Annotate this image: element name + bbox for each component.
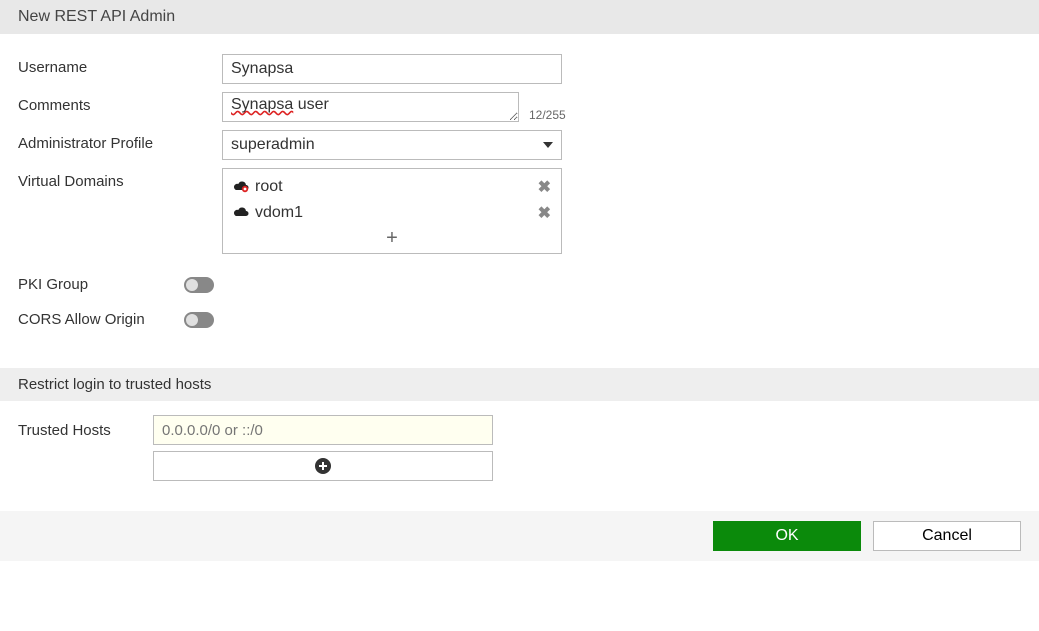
ok-button[interactable]: OK	[713, 521, 861, 551]
admin-profile-select[interactable]: superadmin	[222, 130, 562, 160]
vdom-remove-button[interactable]: ✖	[538, 177, 551, 197]
comments-row: Comments Synapsa user 12/255	[18, 92, 1021, 122]
comments-input[interactable]: Synapsa user	[222, 92, 519, 122]
admin-profile-value: superadmin	[231, 136, 315, 154]
comments-label: Comments	[18, 92, 222, 114]
trusted-hosts-input[interactable]	[153, 415, 493, 445]
pki-row: PKI Group	[18, 276, 1021, 293]
trusted-add-button[interactable]	[153, 451, 493, 481]
vdom-label: Virtual Domains	[18, 168, 222, 190]
main-form: Username Comments Synapsa user 12/255 Ad…	[0, 34, 1039, 368]
restrict-section-title: Restrict login to trusted hosts	[18, 376, 211, 393]
username-label: Username	[18, 54, 222, 76]
footer: OK Cancel	[0, 511, 1039, 561]
vdom-add-button[interactable]: +	[223, 226, 561, 253]
vdom-item-label: vdom1	[255, 204, 538, 222]
page-title: New REST API Admin	[18, 8, 175, 25]
pki-toggle[interactable]	[184, 277, 214, 293]
vdom-item-label: root	[255, 178, 538, 196]
cors-toggle[interactable]	[184, 312, 214, 328]
vdom-remove-button[interactable]: ✖	[538, 203, 551, 223]
cancel-button[interactable]: Cancel	[873, 521, 1021, 551]
restrict-section-header: Restrict login to trusted hosts	[0, 368, 1039, 401]
vdom-item: vdom1 ✖	[223, 200, 561, 226]
plus-circle-icon	[315, 458, 331, 474]
cloud-icon	[233, 204, 255, 222]
vdom-item: root ✖	[223, 174, 561, 200]
page-header: New REST API Admin	[0, 0, 1039, 34]
cloud-shared-icon	[233, 178, 255, 196]
username-input[interactable]	[222, 54, 562, 84]
cors-row: CORS Allow Origin	[18, 311, 1021, 328]
trusted-row: Trusted Hosts	[18, 415, 1021, 445]
chevron-down-icon	[543, 142, 553, 148]
vdom-row: Virtual Domains root ✖ vdom1 ✖ +	[18, 168, 1021, 254]
admin-profile-row: Administrator Profile superadmin	[18, 130, 1021, 160]
pki-label: PKI Group	[18, 276, 184, 293]
username-row: Username	[18, 54, 1021, 84]
cors-label: CORS Allow Origin	[18, 311, 184, 328]
trusted-section: Trusted Hosts	[0, 401, 1039, 511]
vdom-list: root ✖ vdom1 ✖ +	[222, 168, 562, 254]
trusted-label: Trusted Hosts	[18, 422, 153, 439]
admin-profile-label: Administrator Profile	[18, 130, 222, 152]
comments-char-count: 12/255	[529, 108, 566, 122]
